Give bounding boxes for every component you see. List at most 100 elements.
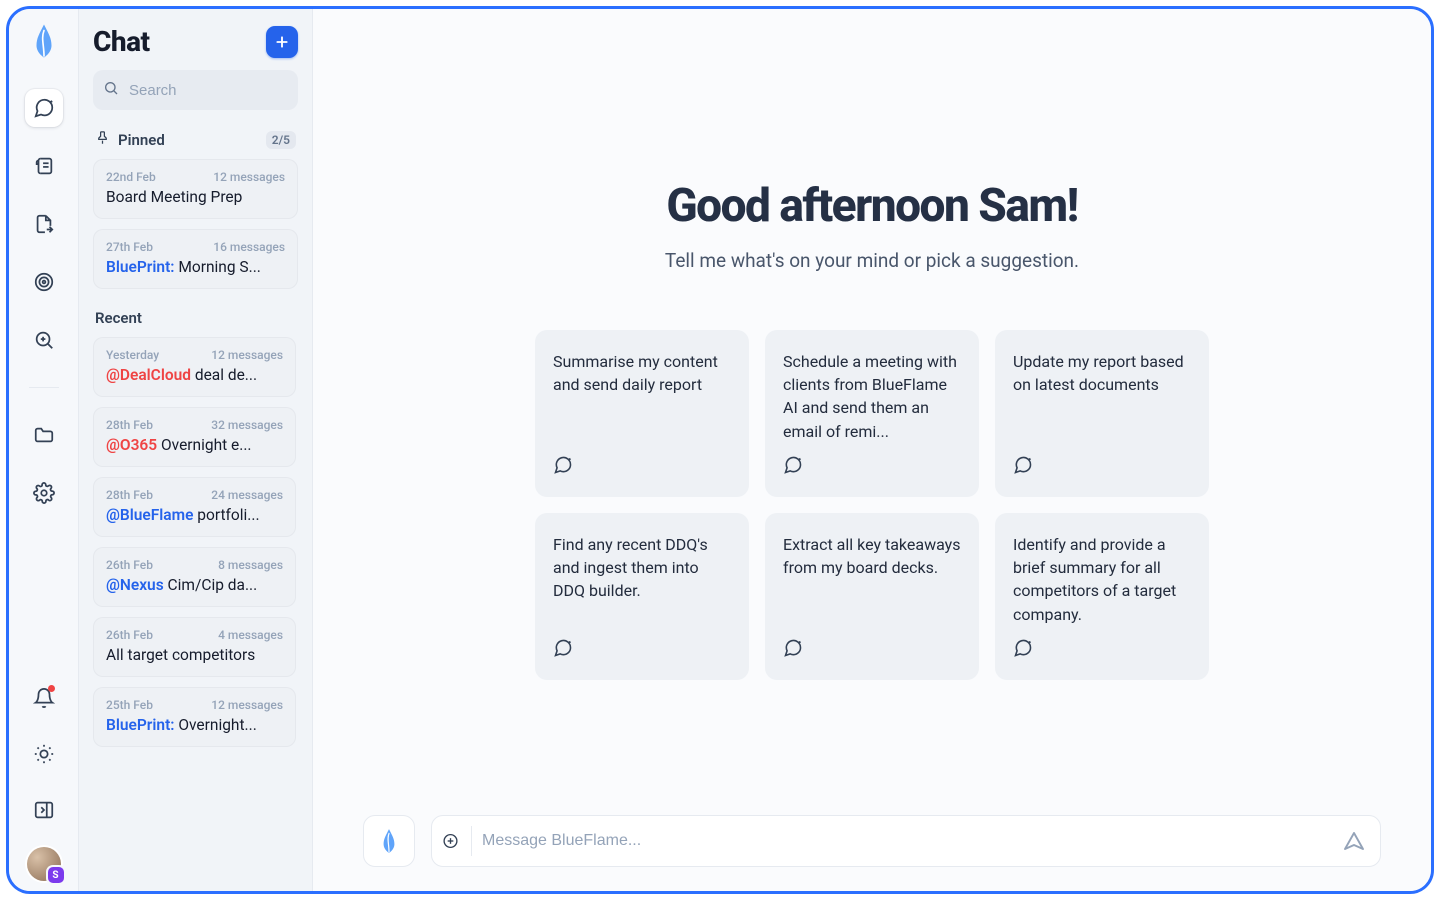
chat-search xyxy=(93,70,298,110)
chat-card-date: 28th Feb xyxy=(106,488,153,502)
rail-bottom-group: S xyxy=(25,679,63,881)
nav-collapse-sidebar-icon[interactable] xyxy=(25,791,63,829)
suggestion-text: Schedule a meeting with clients from Blu… xyxy=(783,350,961,443)
suggestion-text: Find any recent DDQ's and ingest them in… xyxy=(553,533,731,626)
nav-target-icon[interactable] xyxy=(25,263,63,301)
message-input-wrap xyxy=(431,815,1381,867)
pinned-list: 22nd Feb 12 messages Board Meeting Prep … xyxy=(93,159,298,299)
icon-rail: S xyxy=(9,9,79,891)
suggestion-card[interactable]: Find any recent DDQ's and ingest them in… xyxy=(535,513,749,680)
pinned-section-label: Pinned 2/5 xyxy=(95,130,296,149)
chat-card-date: 27th Feb xyxy=(106,240,153,254)
notification-dot-icon xyxy=(48,685,55,692)
recent-list[interactable]: Yesterday 12 messages @DealCloud deal de… xyxy=(93,337,298,891)
chat-card-pinned[interactable]: 22nd Feb 12 messages Board Meeting Prep xyxy=(93,159,298,219)
chat-card-meta: Yesterday 12 messages xyxy=(106,348,283,362)
chat-search-input[interactable] xyxy=(93,70,298,110)
attach-button[interactable] xyxy=(442,826,472,856)
chat-card-msgcount: 12 messages xyxy=(213,170,285,184)
chat-bubble-icon xyxy=(553,455,731,481)
chat-card-title: BluePrint: Overnight... xyxy=(106,716,283,734)
chat-bubble-icon xyxy=(553,638,731,664)
chat-card-meta: 22nd Feb 12 messages xyxy=(106,170,285,184)
main-area: Good afternoon Sam! Tell me what's on yo… xyxy=(313,9,1431,891)
rail-top-group xyxy=(25,89,63,512)
nav-scroll-icon[interactable] xyxy=(25,147,63,185)
chat-card-title: Board Meeting Prep xyxy=(106,188,285,206)
chat-card-date: 25th Feb xyxy=(106,698,153,712)
chat-card-title: @BlueFlame portfoli... xyxy=(106,506,283,524)
chat-card-meta: 25th Feb 12 messages xyxy=(106,698,283,712)
nav-document-export-icon[interactable] xyxy=(25,205,63,243)
greeting-title: Good afternoon Sam! xyxy=(666,179,1077,233)
greeting-subtitle: Tell me what's on your mind or pick a su… xyxy=(665,249,1079,272)
chat-card-recent[interactable]: 26th Feb 8 messages @Nexus Cim/Cip da... xyxy=(93,547,296,607)
chat-card-title: @DealCloud deal de... xyxy=(106,366,283,384)
pin-icon xyxy=(95,130,110,149)
suggestion-card[interactable]: Identify and provide a brief summary for… xyxy=(995,513,1209,680)
suggestion-text: Extract all key takeaways from my board … xyxy=(783,533,961,626)
chat-card-msgcount: 4 messages xyxy=(218,628,283,642)
chat-card-meta: 28th Feb 24 messages xyxy=(106,488,283,502)
chat-card-recent[interactable]: Yesterday 12 messages @DealCloud deal de… xyxy=(93,337,296,397)
suggestion-card[interactable]: Update my report based on latest documen… xyxy=(995,330,1209,497)
nav-zoom-icon[interactable] xyxy=(25,321,63,359)
chat-bubble-icon xyxy=(1013,638,1191,664)
chat-card-pinned[interactable]: 27th Feb 16 messages BluePrint: Morning … xyxy=(93,229,298,289)
avatar-badge: S xyxy=(48,867,64,883)
message-input-bar xyxy=(363,815,1381,867)
chat-card-date: 26th Feb xyxy=(106,628,153,642)
chat-card-prefix: @BlueFlame xyxy=(106,506,193,524)
chat-panel-title: Chat xyxy=(93,25,150,58)
recent-section-label: Recent xyxy=(95,309,296,327)
chat-card-title: @Nexus Cim/Cip da... xyxy=(106,576,283,594)
chat-card-meta: 26th Feb 4 messages xyxy=(106,628,283,642)
nav-theme-icon[interactable] xyxy=(25,735,63,773)
chat-card-msgcount: 12 messages xyxy=(211,698,283,712)
app-logo xyxy=(29,23,59,63)
nav-folder-icon[interactable] xyxy=(25,416,63,454)
suggestion-grid: Summarise my content and send daily repo… xyxy=(535,330,1209,680)
chat-card-msgcount: 24 messages xyxy=(211,488,283,502)
chat-card-title: BluePrint: Morning S... xyxy=(106,258,285,276)
nav-chat-icon[interactable] xyxy=(25,89,63,127)
chat-card-date: 26th Feb xyxy=(106,558,153,572)
chat-card-msgcount: 32 messages xyxy=(211,418,283,432)
chat-card-recent[interactable]: 28th Feb 24 messages @BlueFlame portfoli… xyxy=(93,477,296,537)
suggestion-card[interactable]: Schedule a meeting with clients from Blu… xyxy=(765,330,979,497)
user-avatar[interactable]: S xyxy=(27,847,61,881)
chat-bubble-icon xyxy=(1013,455,1191,481)
chat-bubble-icon xyxy=(783,455,961,481)
chat-card-recent[interactable]: 26th Feb 4 messages All target competito… xyxy=(93,617,296,677)
chat-card-meta: 26th Feb 8 messages xyxy=(106,558,283,572)
hero-section: Good afternoon Sam! Tell me what's on yo… xyxy=(313,9,1431,891)
chat-card-title: @O365 Overnight e... xyxy=(106,436,283,454)
chat-card-title: All target competitors xyxy=(106,646,283,664)
suggestion-text: Update my report based on latest documen… xyxy=(1013,350,1191,443)
chat-card-meta: 27th Feb 16 messages xyxy=(106,240,285,254)
pinned-label-text: Pinned xyxy=(118,131,165,149)
chat-card-prefix: @O365 xyxy=(106,436,157,454)
pinned-count-chip: 2/5 xyxy=(266,131,296,149)
chat-card-recent[interactable]: 28th Feb 32 messages @O365 Overnight e..… xyxy=(93,407,296,467)
new-chat-button[interactable] xyxy=(266,26,298,58)
chat-card-meta: 28th Feb 32 messages xyxy=(106,418,283,432)
suggestion-card[interactable]: Summarise my content and send daily repo… xyxy=(535,330,749,497)
nav-settings-icon[interactable] xyxy=(25,474,63,512)
chat-card-recent[interactable]: 25th Feb 12 messages BluePrint: Overnigh… xyxy=(93,687,296,747)
suggestion-text: Summarise my content and send daily repo… xyxy=(553,350,731,443)
suggestion-card[interactable]: Extract all key takeaways from my board … xyxy=(765,513,979,680)
chat-list-panel: Chat Pinned 2/5 22nd Feb 12 messages Boa… xyxy=(79,9,313,891)
app-frame: S Chat Pinned 2/5 22nd Feb xyxy=(6,6,1434,894)
chat-card-prefix: @DealCloud xyxy=(106,366,191,384)
chat-card-date: 28th Feb xyxy=(106,418,153,432)
message-input[interactable] xyxy=(480,831,1342,851)
send-button[interactable] xyxy=(1342,829,1366,853)
nav-notifications-icon[interactable] xyxy=(25,679,63,717)
model-selector-button[interactable] xyxy=(363,815,415,867)
chat-card-msgcount: 8 messages xyxy=(218,558,283,572)
chat-card-prefix: BluePrint: xyxy=(106,716,175,734)
chat-card-msgcount: 16 messages xyxy=(213,240,285,254)
rail-separator xyxy=(29,387,59,388)
chat-card-date: Yesterday xyxy=(106,348,159,362)
